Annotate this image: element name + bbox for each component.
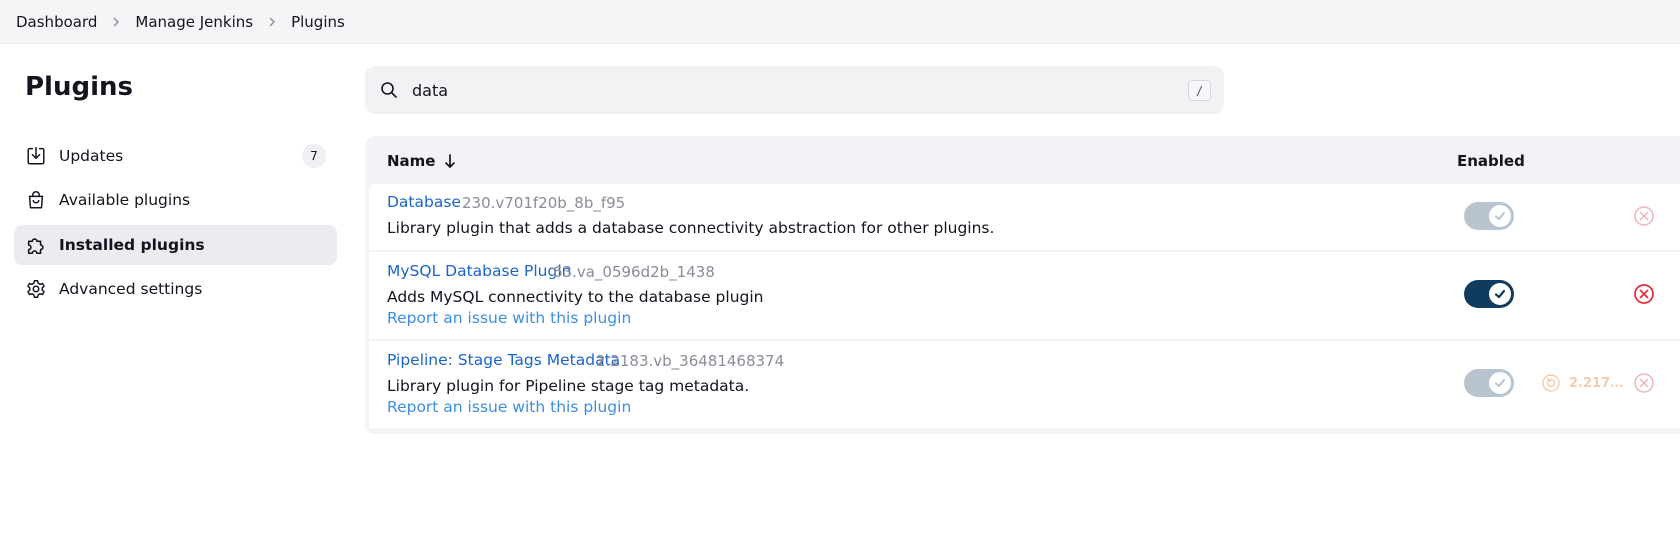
shopping-bag-icon bbox=[25, 189, 47, 211]
sidebar-item-available-plugins[interactable]: Available plugins bbox=[14, 180, 337, 220]
keyboard-shortcut-hint: / bbox=[1188, 80, 1211, 101]
sidebar-item-label: Updates bbox=[59, 147, 124, 165]
plugin-version: 63.va_0596d2b_1438 bbox=[553, 263, 715, 281]
sidebar-item-label: Installed plugins bbox=[59, 236, 205, 254]
plugin-description: Library plugin for Pipeline stage tag me… bbox=[387, 377, 750, 395]
check-icon bbox=[1489, 372, 1511, 394]
enabled-toggle[interactable] bbox=[1464, 280, 1514, 308]
enabled-toggle[interactable] bbox=[1464, 369, 1514, 397]
table-row: MySQL Database Plugin 63.va_0596d2b_1438… bbox=[369, 252, 1680, 339]
plugin-version: 2.2183.vb_36481468374 bbox=[596, 352, 785, 370]
plugin-name-link[interactable]: MySQL Database Plugin bbox=[387, 262, 571, 280]
updates-count-badge: 7 bbox=[302, 144, 326, 168]
report-issue-link[interactable]: Report an issue with this plugin bbox=[387, 398, 631, 416]
enabled-toggle[interactable] bbox=[1464, 202, 1514, 230]
sidebar-item-advanced-settings[interactable]: Advanced settings bbox=[14, 269, 337, 309]
downgrade-version: 2.217… bbox=[1569, 375, 1624, 391]
breadcrumb: Dashboard Manage Jenkins Plugins bbox=[0, 0, 1680, 44]
sidebar-item-label: Advanced settings bbox=[59, 280, 203, 298]
chevron-right-icon bbox=[267, 17, 277, 27]
downgrade-button[interactable]: 2.217… bbox=[1541, 373, 1623, 393]
breadcrumb-plugins[interactable]: Plugins bbox=[291, 13, 345, 31]
search-icon bbox=[381, 82, 397, 98]
check-icon bbox=[1489, 283, 1511, 305]
download-icon bbox=[25, 145, 47, 167]
puzzle-icon bbox=[25, 234, 47, 256]
sort-arrow-down-icon bbox=[443, 153, 457, 169]
table-row: Pipeline: Stage Tags Metadata 2.2183.vb_… bbox=[369, 341, 1680, 428]
history-icon bbox=[1542, 374, 1560, 392]
search-box: / bbox=[365, 66, 1224, 114]
plugin-description: Library plugin that adds a database conn… bbox=[387, 219, 995, 237]
plugin-name-link[interactable]: Pipeline: Stage Tags Metadata bbox=[387, 351, 620, 369]
breadcrumb-dashboard[interactable]: Dashboard bbox=[16, 13, 97, 31]
column-header-name[interactable]: Name bbox=[387, 152, 457, 170]
table-row: Database 230.v701f20b_8b_f95 Library plu… bbox=[369, 184, 1680, 250]
page-title: Plugins bbox=[25, 72, 133, 102]
sidebar-item-installed-plugins[interactable]: Installed plugins bbox=[14, 225, 337, 265]
sidebar-item-label: Available plugins bbox=[59, 191, 191, 209]
plugin-name-link[interactable]: Database bbox=[387, 193, 461, 211]
plugin-version: 230.v701f20b_8b_f95 bbox=[462, 194, 626, 212]
plugins-table: Name Enabled Database 230.v701f20b_8b_f9… bbox=[365, 136, 1680, 434]
chevron-right-icon bbox=[111, 17, 121, 27]
uninstall-x-icon[interactable] bbox=[1633, 205, 1655, 227]
report-issue-link[interactable]: Report an issue with this plugin bbox=[387, 309, 631, 327]
check-icon bbox=[1489, 205, 1511, 227]
gear-icon bbox=[25, 278, 47, 300]
plugin-description: Adds MySQL connectivity to the database … bbox=[387, 288, 764, 306]
sidebar-item-updates[interactable]: Updates 7 bbox=[14, 136, 337, 176]
column-header-enabled: Enabled bbox=[1457, 152, 1525, 170]
uninstall-x-icon[interactable] bbox=[1633, 283, 1655, 305]
search-input[interactable] bbox=[412, 76, 1142, 104]
column-header-label: Name bbox=[387, 152, 436, 170]
uninstall-x-icon[interactable] bbox=[1633, 372, 1655, 394]
breadcrumb-manage-jenkins[interactable]: Manage Jenkins bbox=[135, 13, 253, 31]
